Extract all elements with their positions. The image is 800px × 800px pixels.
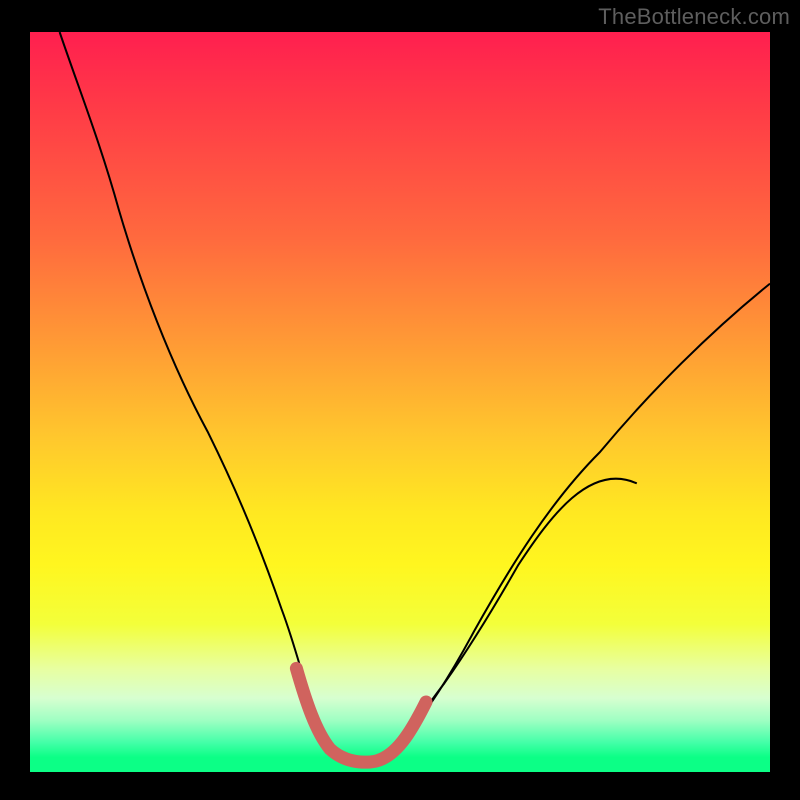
bottleneck-curve bbox=[60, 32, 637, 761]
chart-frame: TheBottleneck.com bbox=[0, 0, 800, 800]
watermark-text: TheBottleneck.com bbox=[598, 4, 790, 30]
bottleneck-curve-right bbox=[311, 284, 770, 762]
plot-area bbox=[30, 32, 770, 772]
optimal-range-highlight bbox=[296, 668, 426, 762]
curve-svg bbox=[30, 32, 770, 772]
